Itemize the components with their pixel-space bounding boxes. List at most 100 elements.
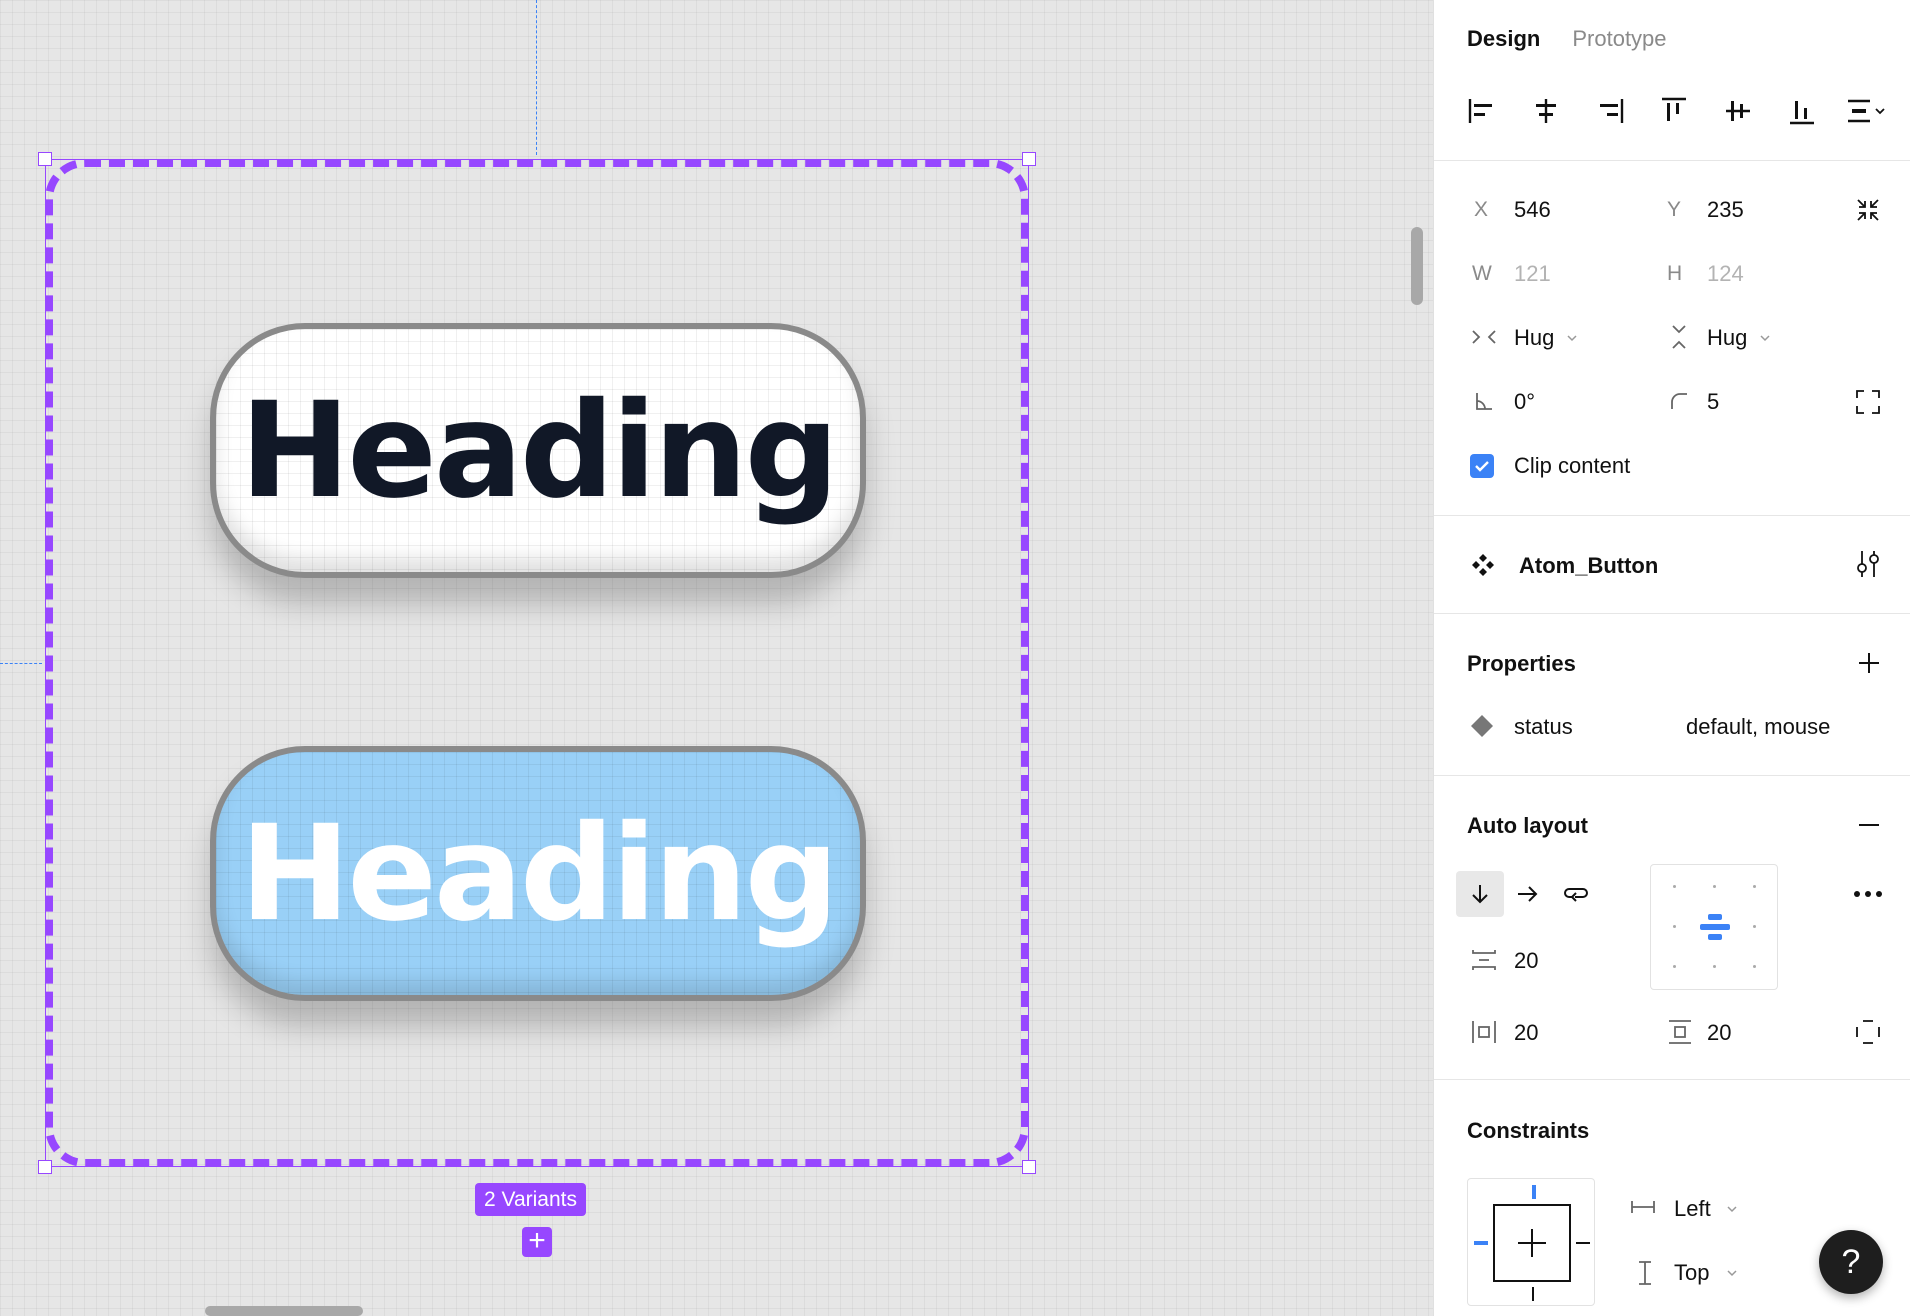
gap-icon bbox=[1472, 950, 1496, 970]
resize-handle-top-left[interactable] bbox=[38, 152, 52, 166]
align-vertical-center-icon[interactable] bbox=[1722, 95, 1754, 127]
align-dot[interactable] bbox=[1753, 965, 1756, 968]
arrow-down-icon bbox=[1472, 885, 1488, 904]
variant-heading-text: Heading bbox=[239, 796, 839, 951]
add-variant-button[interactable]: + bbox=[522, 1226, 552, 1257]
align-center-indicator-icon bbox=[1700, 914, 1730, 940]
panel-tabs: Design Prototype bbox=[1467, 26, 1667, 52]
properties-panel: Design Prototype X 546 Y 235 W 121 H 124… bbox=[1433, 0, 1910, 1316]
horizontal-resizing-icon bbox=[1472, 330, 1496, 344]
align-dot[interactable] bbox=[1673, 965, 1676, 968]
horizontal-padding-input[interactable]: 20 bbox=[1514, 1020, 1538, 1046]
property-name[interactable]: status bbox=[1514, 714, 1573, 740]
align-dot[interactable] bbox=[1753, 925, 1756, 928]
chevron-down-icon[interactable] bbox=[1726, 1267, 1738, 1279]
align-left-icon[interactable] bbox=[1466, 95, 1498, 127]
y-label: Y bbox=[1667, 198, 1682, 221]
wrap-icon bbox=[1564, 888, 1588, 902]
h-label: H bbox=[1667, 262, 1683, 285]
vertical-scrollbar[interactable] bbox=[1411, 227, 1423, 305]
resize-handle-bottom-left[interactable] bbox=[38, 1160, 52, 1174]
direction-horizontal-button[interactable] bbox=[1504, 871, 1552, 917]
direction-wrap-button[interactable] bbox=[1552, 871, 1600, 917]
divider bbox=[1434, 515, 1910, 516]
align-dot[interactable] bbox=[1713, 885, 1716, 888]
w-input[interactable]: 121 bbox=[1514, 261, 1551, 287]
variant-property-icon bbox=[1471, 715, 1493, 737]
tab-design[interactable]: Design bbox=[1467, 26, 1540, 52]
smart-guide-horizontal bbox=[0, 663, 42, 664]
align-dot[interactable] bbox=[1713, 965, 1716, 968]
vertical-resizing-select[interactable]: Hug bbox=[1707, 325, 1747, 351]
clip-content-checkbox[interactable] bbox=[1470, 454, 1494, 478]
x-label: X bbox=[1474, 198, 1489, 221]
smart-guide-vertical bbox=[536, 0, 537, 155]
checkmark-icon bbox=[1475, 461, 1489, 472]
chevron-down-icon[interactable] bbox=[1726, 1203, 1738, 1215]
alignment-grid[interactable] bbox=[1650, 864, 1778, 990]
canvas[interactable]: Heading Heading 2 Variants + bbox=[0, 0, 1433, 1316]
variants-count-badge[interactable]: 2 Variants bbox=[475, 1183, 586, 1216]
horizontal-constraint-icon bbox=[1631, 1201, 1655, 1213]
resize-handle-top-right[interactable] bbox=[1022, 152, 1036, 166]
individual-padding-icon[interactable] bbox=[1854, 1018, 1882, 1046]
rotation-icon bbox=[1476, 393, 1492, 410]
properties-title: Properties bbox=[1467, 651, 1576, 676]
divider bbox=[1434, 613, 1910, 614]
resize-handle-bottom-right[interactable] bbox=[1022, 1160, 1036, 1174]
clip-content-label: Clip content bbox=[1514, 453, 1631, 478]
gap-input[interactable]: 20 bbox=[1514, 948, 1538, 974]
align-right-icon[interactable] bbox=[1594, 95, 1626, 127]
align-top-icon[interactable] bbox=[1658, 95, 1690, 127]
auto-layout-title: Auto layout bbox=[1467, 813, 1588, 838]
align-bottom-icon[interactable] bbox=[1786, 95, 1818, 127]
add-property-icon[interactable] bbox=[1856, 650, 1882, 676]
vertical-constraint-select[interactable]: Top bbox=[1674, 1260, 1709, 1286]
align-dot[interactable] bbox=[1753, 885, 1756, 888]
constraints-title: Constraints bbox=[1467, 1118, 1590, 1143]
vertical-resizing-icon bbox=[1672, 325, 1686, 349]
variant-heading-text: Heading bbox=[239, 373, 839, 528]
remove-auto-layout-icon[interactable] bbox=[1856, 812, 1882, 838]
align-dot[interactable] bbox=[1673, 925, 1676, 928]
variant-mouse-button[interactable]: Heading bbox=[210, 746, 866, 1001]
horizontal-resizing-select[interactable]: Hug bbox=[1514, 325, 1554, 351]
align-dot[interactable] bbox=[1673, 885, 1676, 888]
more-options-icon[interactable] bbox=[1852, 884, 1884, 904]
corner-radius-input[interactable]: 5 bbox=[1707, 389, 1719, 415]
tab-prototype[interactable]: Prototype bbox=[1572, 26, 1666, 52]
chevron-down-icon[interactable] bbox=[1566, 332, 1578, 344]
vertical-constraint-icon bbox=[1639, 1261, 1651, 1285]
rotation-input[interactable]: 0° bbox=[1514, 389, 1535, 415]
distribute-spacing-icon[interactable] bbox=[1844, 95, 1890, 127]
component-settings-icon[interactable] bbox=[1854, 548, 1882, 580]
independent-corners-icon[interactable] bbox=[1854, 388, 1882, 416]
constraints-widget[interactable] bbox=[1467, 1178, 1595, 1306]
component-icon bbox=[1472, 554, 1494, 576]
horizontal-constraint-select[interactable]: Left bbox=[1674, 1196, 1711, 1222]
vertical-padding-icon bbox=[1669, 1020, 1691, 1044]
property-values[interactable]: default, mouse bbox=[1686, 714, 1830, 740]
divider bbox=[1434, 160, 1910, 161]
direction-vertical-button[interactable] bbox=[1456, 871, 1504, 917]
h-input[interactable]: 124 bbox=[1707, 261, 1744, 287]
arrow-right-icon bbox=[1518, 886, 1538, 902]
horizontal-padding-icon bbox=[1472, 1021, 1496, 1043]
divider bbox=[1434, 775, 1910, 776]
help-button[interactable]: ? bbox=[1819, 1230, 1883, 1294]
chevron-down-icon[interactable] bbox=[1759, 332, 1771, 344]
corner-radius-icon bbox=[1671, 393, 1687, 409]
y-input[interactable]: 235 bbox=[1707, 197, 1744, 223]
alignment-toolbar bbox=[1466, 95, 1886, 127]
selection-outline bbox=[45, 159, 1029, 1167]
align-horizontal-center-icon[interactable] bbox=[1530, 95, 1562, 127]
x-input[interactable]: 546 bbox=[1514, 197, 1551, 223]
collapse-icon[interactable] bbox=[1854, 196, 1882, 224]
divider bbox=[1434, 1079, 1910, 1080]
vertical-padding-input[interactable]: 20 bbox=[1707, 1020, 1731, 1046]
horizontal-scrollbar[interactable] bbox=[205, 1306, 363, 1316]
variant-default-button[interactable]: Heading bbox=[210, 323, 866, 578]
constraints-diagram-icon bbox=[1474, 1185, 1590, 1301]
component-name[interactable]: Atom_Button bbox=[1519, 553, 1658, 579]
w-label: W bbox=[1472, 262, 1492, 285]
